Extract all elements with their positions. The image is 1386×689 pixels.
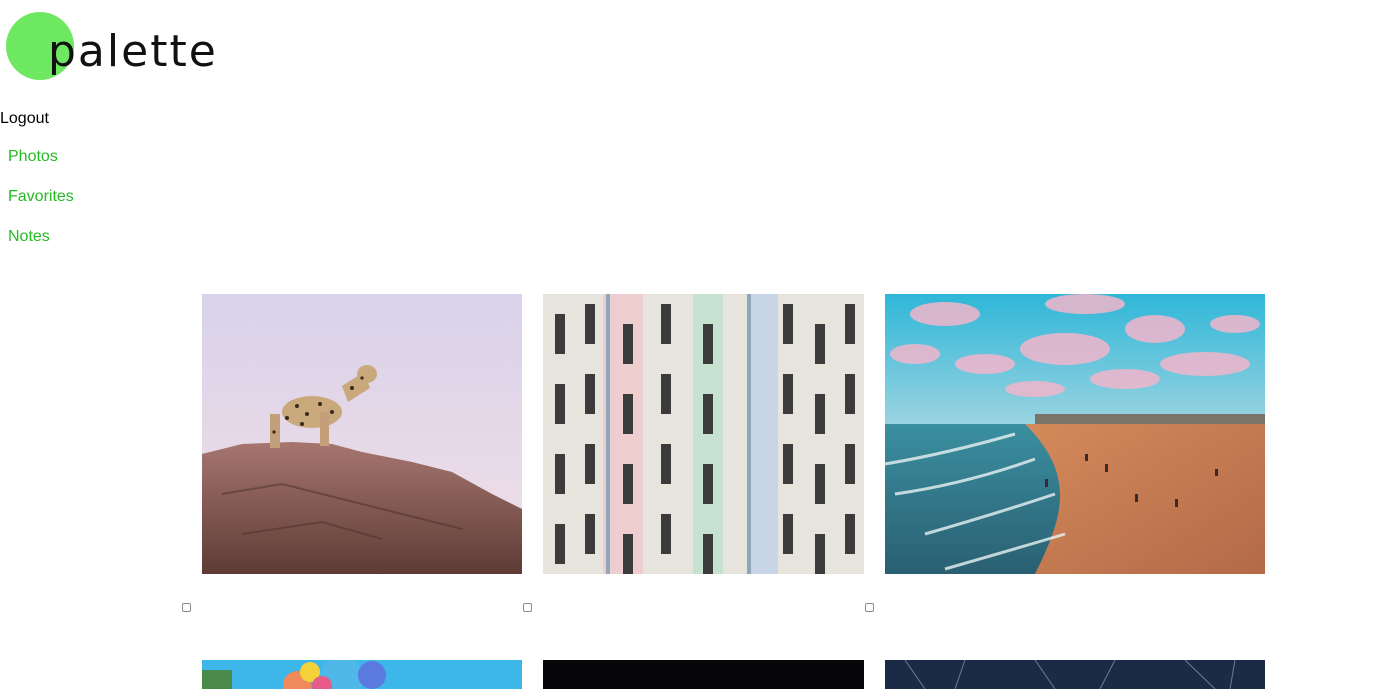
- main-nav: Photos Favorites Notes: [8, 148, 74, 268]
- nav-item-favorites[interactable]: Favorites: [8, 188, 74, 228]
- photo-building[interactable]: [543, 294, 864, 574]
- nav-item-photos[interactable]: Photos: [8, 148, 74, 188]
- photo-leopard[interactable]: [202, 294, 522, 574]
- nav-item-notes[interactable]: Notes: [8, 228, 74, 268]
- logo: palette: [4, 12, 216, 84]
- photo-starry-night[interactable]: [885, 660, 1265, 689]
- photo-dark[interactable]: [543, 660, 864, 689]
- photo-select-checkbox[interactable]: [523, 603, 532, 612]
- photo-select-checkbox[interactable]: [865, 603, 874, 612]
- photo-beach[interactable]: [885, 294, 1265, 574]
- photo-select-checkbox[interactable]: [182, 603, 191, 612]
- logout-link[interactable]: Logout: [0, 110, 49, 128]
- photo-balloons[interactable]: [202, 660, 522, 689]
- logo-text: palette: [48, 26, 218, 77]
